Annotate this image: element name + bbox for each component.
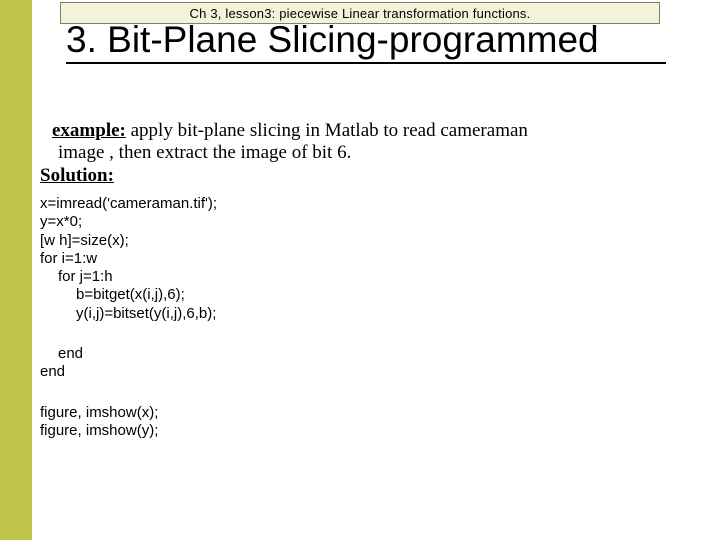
solution-line: Solution: xyxy=(40,165,700,187)
code-line: [w h]=size(x); xyxy=(40,232,700,250)
code-line: b=bitget(x(i,j),6); xyxy=(76,286,700,304)
code-line: for i=1:w xyxy=(40,250,700,268)
code-line: for j=1:h xyxy=(58,268,700,286)
code-line: end xyxy=(40,363,700,381)
code-figure-block: figure, imshow(x); figure, imshow(y); xyxy=(40,404,700,441)
example-label: example: xyxy=(52,120,126,141)
example-text: apply bit-plane slicing in Matlab to rea… xyxy=(126,120,528,141)
slide: Ch 3, lesson3: piecewise Linear transfor… xyxy=(0,0,720,540)
code-block: x=imread('cameraman.tif'); y=x*0; [w h]=… xyxy=(40,195,700,440)
code-line: x=imread('cameraman.tif'); xyxy=(40,195,700,213)
solution-label: Solution: xyxy=(40,165,114,186)
code-line: end xyxy=(58,345,700,363)
example-line: example: apply bit-plane slicing in Matl… xyxy=(52,120,700,142)
code-line: figure, imshow(x); xyxy=(40,404,700,422)
example-continuation: image , then extract the image of bit 6. xyxy=(58,142,700,164)
code-line: figure, imshow(y); xyxy=(40,422,700,440)
body-text: example: apply bit-plane slicing in Matl… xyxy=(40,120,700,187)
code-line: y=x*0; xyxy=(40,213,700,231)
slide-title: 3. Bit-Plane Slicing-programmed xyxy=(66,20,666,64)
code-end-block: end end xyxy=(40,345,700,382)
left-accent-bar xyxy=(0,0,32,540)
code-line: y(i,j)=bitset(y(i,j),6,b); xyxy=(76,305,700,323)
